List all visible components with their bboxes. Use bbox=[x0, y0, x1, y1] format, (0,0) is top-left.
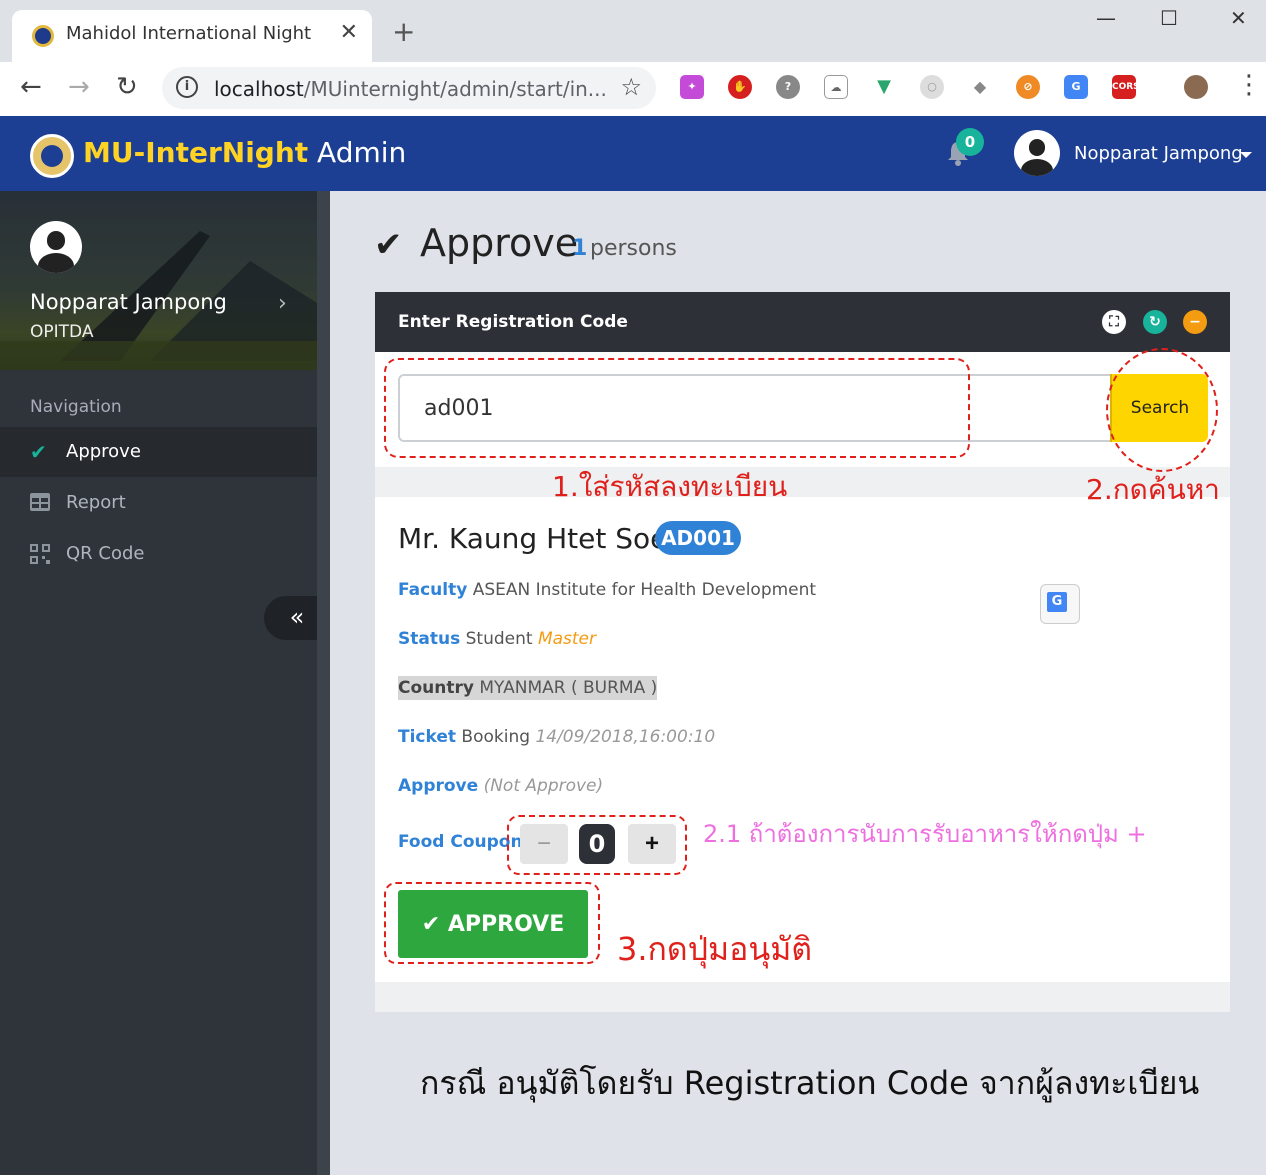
notification-badge: 0 bbox=[956, 128, 984, 156]
extension-chat-icon[interactable]: ? bbox=[776, 75, 800, 99]
country-row: Country MYANMAR ( BURMA ) bbox=[398, 676, 658, 700]
status-level: Master bbox=[537, 629, 596, 649]
status-row: Status Student Master bbox=[398, 629, 596, 649]
site-favicon-icon bbox=[32, 25, 54, 47]
address-bar[interactable]: i localhost/MUinternight/admin/start/in.… bbox=[162, 67, 656, 109]
extension-star-icon[interactable]: ✦ bbox=[680, 75, 704, 99]
collapse-icon[interactable]: − bbox=[1183, 310, 1207, 334]
panel-header: Enter Registration Code ⛶ ↻ − bbox=[375, 292, 1230, 352]
back-arrow-icon[interactable]: ← bbox=[20, 74, 42, 100]
extension-dropbox-icon[interactable]: ◆ bbox=[968, 75, 992, 99]
faculty-row: Faculty ASEAN Institute for Health Devel… bbox=[398, 580, 816, 600]
brand-suffix: Admin bbox=[308, 136, 407, 169]
table-icon bbox=[30, 493, 50, 511]
forward-arrow-icon[interactable]: → bbox=[68, 74, 90, 100]
browser-profile-avatar[interactable] bbox=[1184, 75, 1208, 99]
annotation-step-1: 1.ใส่รหัสลงทะเบียน bbox=[552, 470, 788, 503]
ticket-value: Booking bbox=[461, 727, 531, 747]
annotation-box-approve bbox=[384, 882, 600, 964]
sidebar-item-approve[interactable]: ✔ Approve bbox=[0, 427, 330, 477]
ticket-row: Ticket Booking 14/09/2018,16:00:10 bbox=[398, 727, 715, 747]
site-info-icon[interactable]: i bbox=[176, 76, 198, 98]
user-avatar[interactable] bbox=[1014, 130, 1060, 176]
annotation-box-coupon bbox=[507, 815, 687, 875]
extension-translate-icon[interactable]: G bbox=[1064, 75, 1088, 99]
browser-toolbar: ← → ↻ i localhost/MUinternight/admin/sta… bbox=[0, 62, 1266, 116]
sidebar: Nopparat Jampong OPITDA › Navigation ✔ A… bbox=[0, 191, 330, 1175]
approve-row: Approve (Not Approve) bbox=[398, 776, 603, 796]
window-maximize-button[interactable]: ☐ bbox=[1160, 6, 1178, 30]
annotation-step-2-1: 2.1 ถ้าต้องการนับการรับอาหารให้กดปุ่ม + bbox=[703, 820, 1147, 848]
browser-tab[interactable]: Mahidol International Night ✕ bbox=[12, 10, 372, 62]
annotation-circle-search bbox=[1106, 348, 1218, 472]
ticket-label: Ticket bbox=[398, 727, 457, 747]
extension-postman-icon[interactable]: ⊘ bbox=[1016, 75, 1040, 99]
profile-avatar bbox=[30, 221, 82, 273]
sidebar-item-label: Report bbox=[66, 492, 126, 513]
url-host: localhost bbox=[214, 77, 304, 101]
qrcode-icon bbox=[30, 544, 50, 564]
sidebar-item-report[interactable]: Report bbox=[0, 478, 330, 528]
check-icon: ✔ bbox=[374, 225, 403, 265]
ticket-timestamp: 14/09/2018,16:00:10 bbox=[535, 727, 716, 747]
window-minimize-button[interactable]: — bbox=[1096, 6, 1116, 30]
annotation-box-input bbox=[384, 358, 970, 458]
annotation-step-2: 2.กดค้นหา bbox=[1086, 473, 1220, 506]
country-value: MYANMAR ( BURMA ) bbox=[479, 678, 658, 698]
url-path: /MUinternight/admin/start/in... bbox=[303, 77, 607, 101]
page-title: Approve bbox=[420, 221, 579, 265]
expand-icon[interactable]: ⛶ bbox=[1102, 310, 1126, 334]
app-header: MU-InterNight Admin 0 Nopparat Jampong bbox=[0, 116, 1266, 191]
faculty-value: ASEAN Institute for Health Development bbox=[472, 580, 817, 600]
extension-vue-icon[interactable]: ▼ bbox=[872, 75, 896, 99]
browser-menu-icon[interactable]: ⋮ bbox=[1236, 72, 1262, 98]
reload-icon[interactable]: ↻ bbox=[116, 74, 138, 100]
sidebar-item-qr-code[interactable]: QR Code bbox=[0, 529, 330, 579]
new-tab-button[interactable]: + bbox=[392, 18, 415, 46]
browser-tab-strip: Mahidol International Night ✕ + — ☐ ✕ bbox=[0, 0, 1266, 62]
tab-title: Mahidol International Night bbox=[66, 23, 312, 44]
status-label: Status bbox=[398, 629, 461, 649]
caption-text: กรณี อนุมัติโดยรับ Registration Code จาก… bbox=[420, 1064, 1200, 1102]
brand-name: MU-InterNight bbox=[83, 136, 309, 169]
navigation-heading: Navigation bbox=[30, 397, 122, 417]
main-content: ✔ Approve 1 persons Enter Registration C… bbox=[330, 191, 1266, 1175]
check-icon: ✔ bbox=[30, 440, 47, 464]
food-coupon-label: Food Coupon bbox=[398, 832, 523, 852]
approve-count-unit: persons bbox=[590, 236, 677, 261]
window-close-button[interactable]: ✕ bbox=[1230, 6, 1247, 30]
sidebar-profile[interactable]: Nopparat Jampong OPITDA › bbox=[0, 191, 330, 370]
app-brand[interactable]: MU-InterNight Admin bbox=[83, 136, 406, 169]
sidebar-scrollbar[interactable] bbox=[317, 191, 330, 1175]
address-url: localhost/MUinternight/admin/start/in... bbox=[214, 77, 607, 101]
approve-count: 1 bbox=[572, 236, 588, 261]
approve-label: Approve bbox=[398, 776, 479, 796]
profile-organization: OPITDA bbox=[30, 322, 94, 342]
chevron-right-icon[interactable]: › bbox=[278, 291, 287, 316]
bookmark-star-icon[interactable]: ☆ bbox=[620, 73, 642, 101]
profile-name: Nopparat Jampong bbox=[30, 290, 227, 314]
person-name: Mr. Kaung Htet Soe bbox=[398, 522, 668, 555]
food-coupon-row: Food Coupon bbox=[398, 832, 523, 852]
refresh-icon[interactable]: ↻ bbox=[1143, 310, 1167, 334]
country-label: Country bbox=[398, 678, 474, 698]
extension-cors-icon[interactable]: CORS bbox=[1112, 75, 1140, 99]
extension-circle-icon[interactable]: ○ bbox=[920, 75, 944, 99]
panel-title: Enter Registration Code bbox=[398, 312, 628, 332]
panel-footer bbox=[375, 982, 1230, 1012]
status-value: Student bbox=[465, 629, 533, 649]
approve-state: (Not Approve) bbox=[483, 776, 604, 796]
extension-ublock-icon[interactable]: ✋ bbox=[728, 75, 752, 99]
tab-close-icon[interactable]: ✕ bbox=[340, 20, 358, 45]
faculty-label: Faculty bbox=[398, 580, 468, 600]
sidebar-item-label: QR Code bbox=[66, 543, 145, 564]
registration-code-badge: AD001 bbox=[655, 521, 741, 555]
user-menu-name[interactable]: Nopparat Jampong bbox=[1074, 143, 1243, 164]
university-logo bbox=[30, 134, 74, 178]
extension-cloud-icon[interactable]: ☁ bbox=[824, 75, 848, 99]
annotation-step-3: 3.กดปุ่มอนุมัติ bbox=[617, 930, 813, 968]
caret-down-icon[interactable] bbox=[1240, 152, 1252, 158]
google-translate-icon[interactable]: G bbox=[1040, 584, 1080, 624]
sidebar-item-label: Approve bbox=[66, 441, 141, 462]
